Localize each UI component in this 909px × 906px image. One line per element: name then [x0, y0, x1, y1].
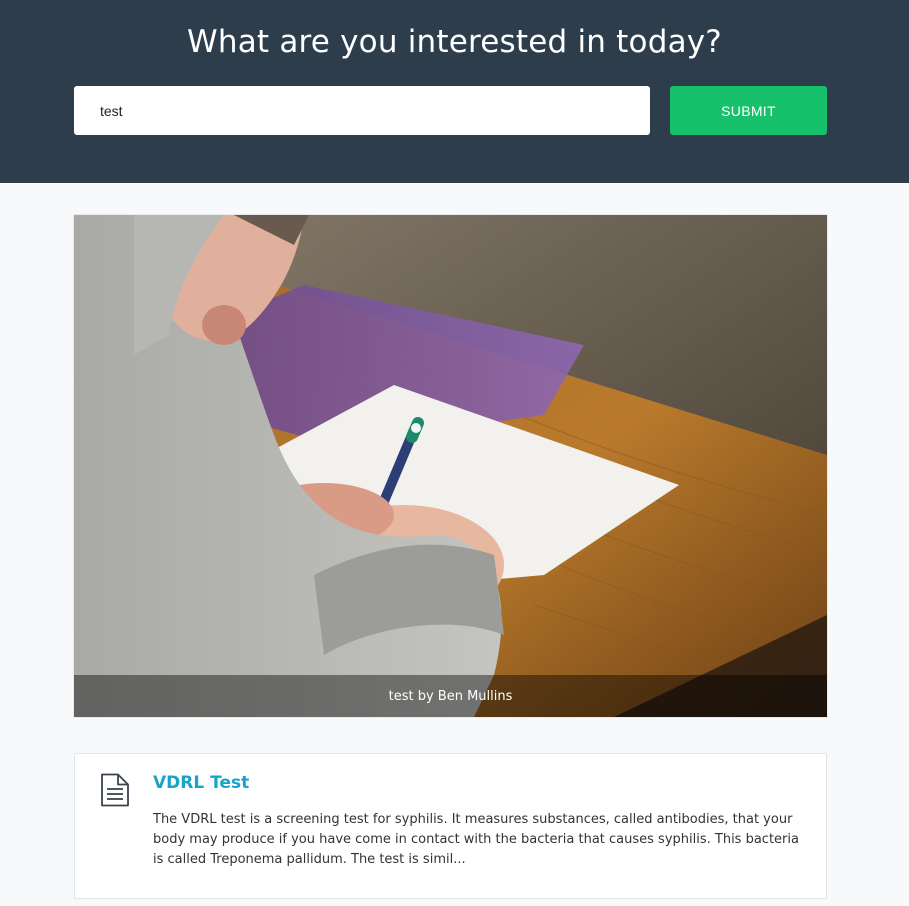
featured-image[interactable]: test by Ben Mullins	[74, 215, 827, 717]
result-excerpt: The VDRL test is a screening test for sy…	[153, 812, 799, 867]
page-title: What are you interested in today?	[187, 24, 722, 60]
submit-button[interactable]: SUBMIT	[670, 86, 827, 135]
document-icon	[99, 773, 131, 807]
search-input[interactable]	[74, 86, 650, 135]
search-header: What are you interested in today? SUBMIT	[0, 0, 909, 183]
featured-photo	[74, 215, 827, 717]
result-card[interactable]: VDRL Test The VDRL test is a screening t…	[74, 753, 827, 899]
image-caption: test by Ben Mullins	[74, 675, 827, 717]
result-title-link[interactable]: VDRL Test	[153, 773, 249, 793]
